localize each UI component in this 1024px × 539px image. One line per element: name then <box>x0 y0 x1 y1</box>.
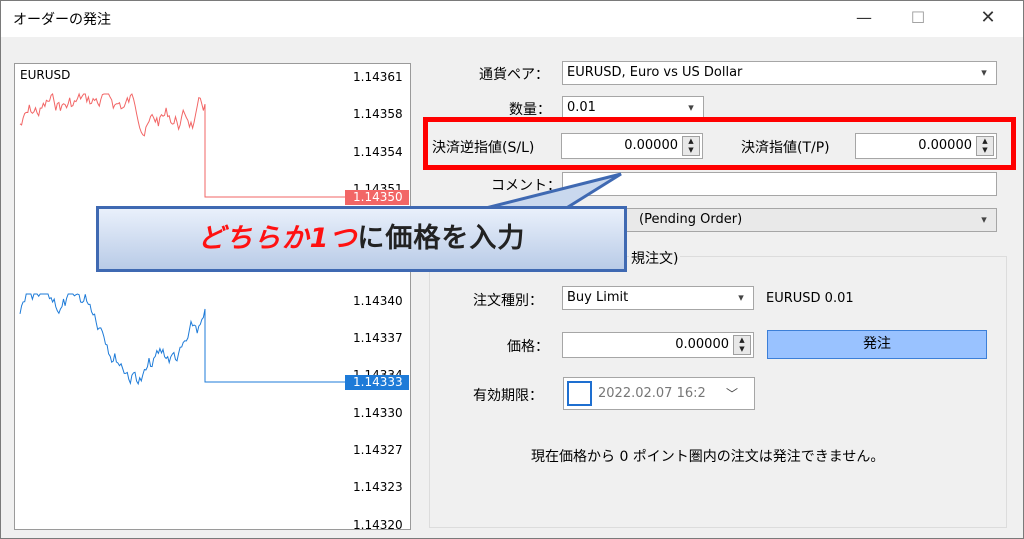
annotation-callout: どちらか1つに価格を入力 <box>96 206 627 272</box>
highlight-frame <box>423 117 1016 170</box>
annotation-text-highlight: どちらか1つ <box>197 223 358 254</box>
annotation-text-rest: に価格を入力 <box>357 223 526 254</box>
annotation-text: どちらか1つに価格を入力 <box>99 209 624 269</box>
